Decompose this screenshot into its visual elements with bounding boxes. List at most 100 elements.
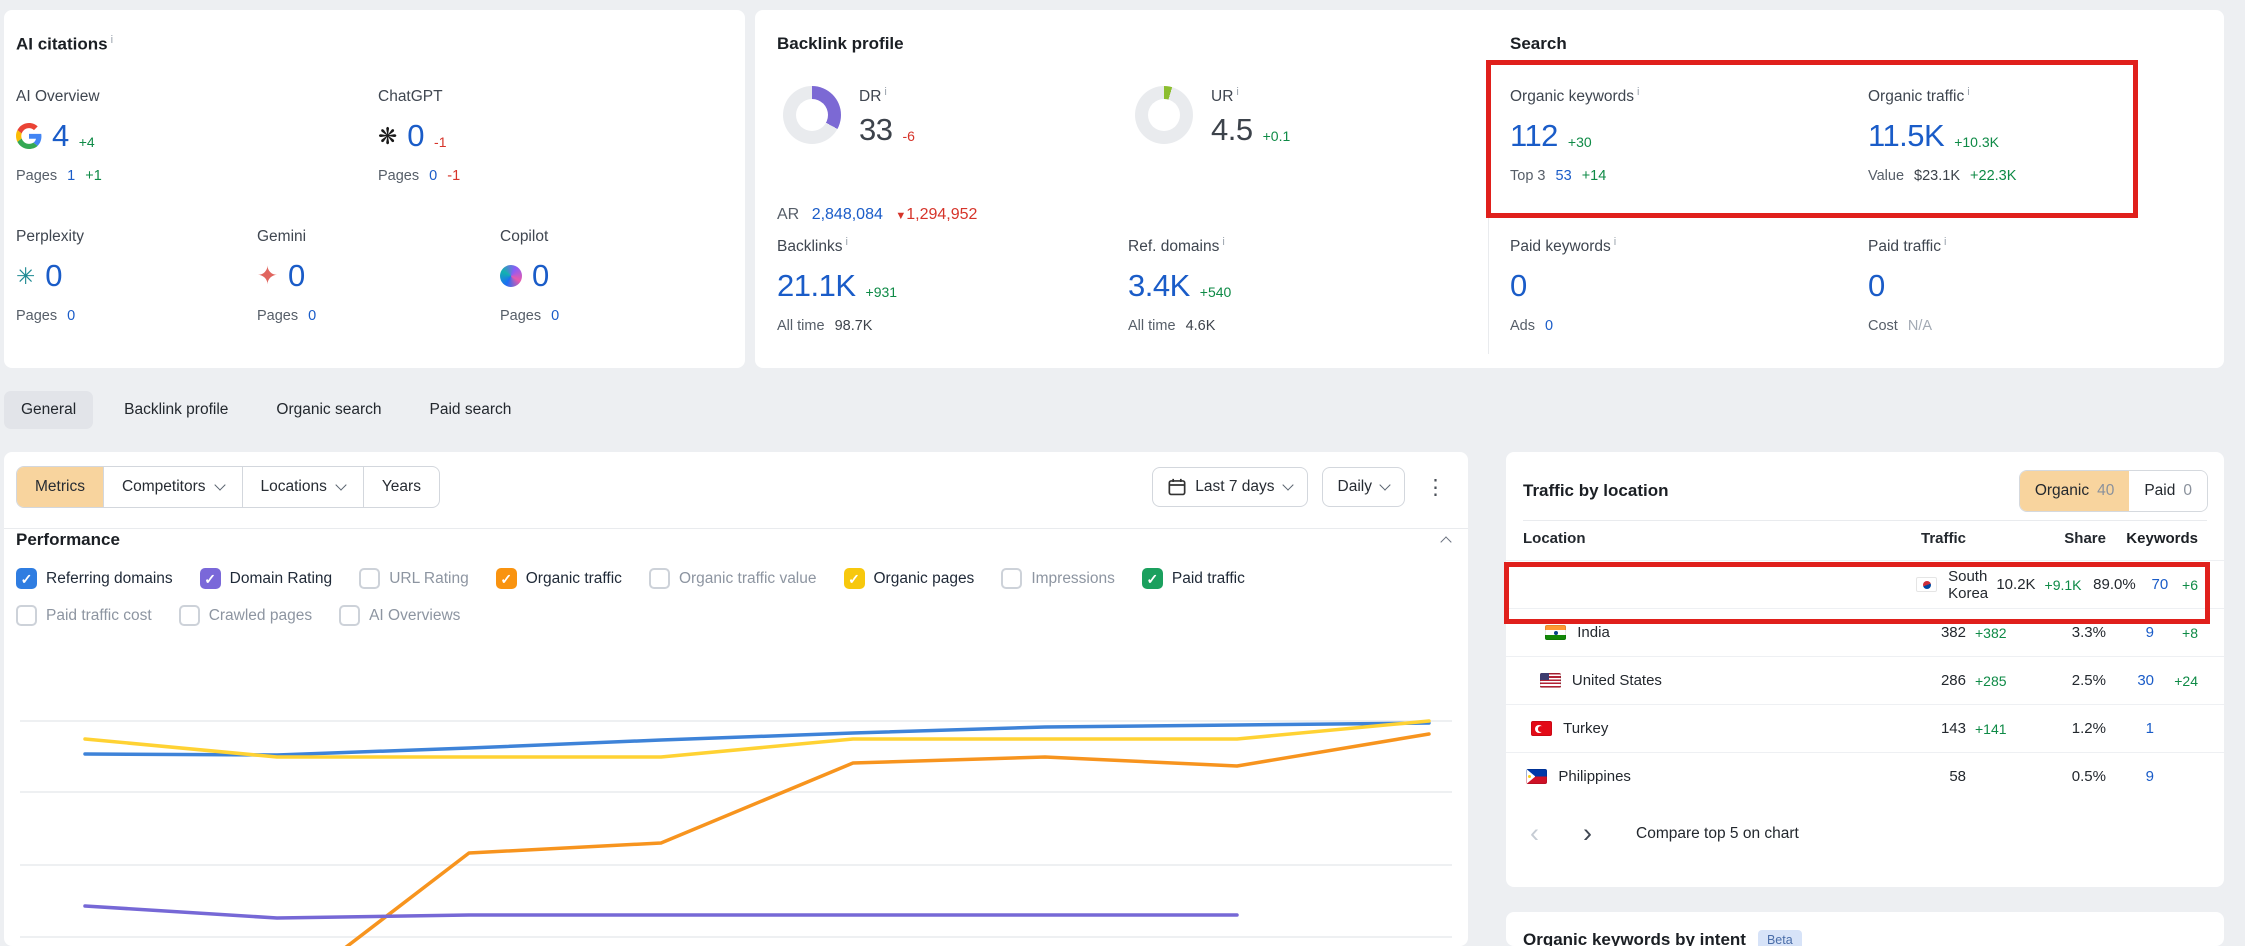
tab-paid-search[interactable]: Paid search	[413, 391, 529, 429]
checkbox-icon: ✓	[844, 568, 865, 589]
filter-button-locations[interactable]: Locations	[242, 467, 363, 507]
top3-value[interactable]: 53	[1556, 168, 1572, 184]
keywords-count[interactable]: 1	[2106, 720, 2154, 737]
checkbox-icon	[16, 605, 37, 626]
metric-checkbox-referring-domains[interactable]: ✓ Referring domains	[16, 568, 173, 589]
location-row-india[interactable]: India 382 +382 3.3% 9 +8	[1506, 608, 2224, 656]
calendar-icon	[1168, 478, 1186, 496]
metric-checkbox-url-rating[interactable]: URL Rating	[359, 568, 469, 589]
ai-citation-block-gemini: Gemini ✦ 0 Pages 0	[257, 228, 492, 324]
more-options-button[interactable]: ⋮	[1419, 471, 1452, 504]
location-pagination: ‹ › Compare top 5 on chart	[1530, 820, 2207, 847]
ai-pages-value[interactable]: 1	[67, 168, 75, 184]
ai-source-label: Copilot	[500, 228, 735, 246]
performance-card: MetricsCompetitorsLocationsYears Last 7 …	[4, 452, 1468, 946]
traffic-by-location-card: Traffic by location Organic 40 Paid 0 Lo…	[1506, 452, 2224, 887]
tab-organic-search[interactable]: Organic search	[259, 391, 398, 429]
metric-checkbox-organic-traffic[interactable]: ✓ Organic traffic	[496, 568, 622, 589]
metric-checkbox-ai-overviews[interactable]: AI Overviews	[339, 605, 460, 626]
share-value: 3.3%	[2026, 624, 2106, 641]
performance-line-chart	[4, 680, 1468, 946]
ai-citations-value[interactable]: 0	[45, 258, 62, 294]
info-icon: i	[1222, 236, 1224, 248]
ai-citations-value[interactable]: 0	[288, 258, 305, 294]
next-page-button[interactable]: ›	[1583, 820, 1592, 847]
cost-row: Cost N/A	[1868, 318, 1946, 334]
ai-pages-value[interactable]: 0	[429, 168, 437, 184]
organic-traffic-value[interactable]: 11.5K	[1868, 118, 1944, 154]
toggle-paid[interactable]: Paid 0	[2129, 471, 2207, 511]
performance-title: Performance	[16, 530, 120, 550]
metric-checkbox-organic-traffic-value[interactable]: Organic traffic value	[649, 568, 817, 589]
toolbar-divider	[4, 528, 1468, 529]
organic-traffic-delta: +10.3K	[1954, 134, 1999, 150]
flag-us-icon	[1540, 673, 1561, 688]
paid-keywords-label: Paid keywordsi	[1510, 236, 1616, 256]
keywords-count[interactable]: 9	[2106, 624, 2154, 641]
ai-pages-delta: +1	[85, 168, 102, 184]
perplexity-icon: ✳	[16, 264, 35, 288]
google-icon	[16, 123, 42, 149]
prev-page-button[interactable]: ‹	[1530, 820, 1539, 847]
ai-pages-row: Pages 0	[500, 308, 735, 324]
paid-traffic-value[interactable]: 0	[1868, 268, 1885, 304]
ai-pages-value[interactable]: 0	[308, 308, 316, 324]
dr-delta: -6	[902, 128, 914, 144]
ai-citations-delta: -1	[434, 134, 446, 150]
compare-top5-link[interactable]: Compare top 5 on chart	[1636, 825, 1799, 843]
traffic-value: 286	[1896, 672, 1966, 689]
ai-pages-value[interactable]: 0	[551, 308, 559, 324]
metric-checkbox-impressions[interactable]: Impressions	[1001, 568, 1115, 589]
filter-button-years[interactable]: Years	[363, 467, 439, 507]
keywords-count[interactable]: 70	[2136, 576, 2169, 593]
backlinks-value[interactable]: 21.1K	[777, 268, 856, 304]
metric-checkbox-paid-traffic-cost[interactable]: Paid traffic cost	[16, 605, 152, 626]
metric-checkbox-domain-rating[interactable]: ✓ Domain Rating	[200, 568, 333, 589]
filter-button-metrics[interactable]: Metrics	[17, 467, 103, 507]
toggle-organic[interactable]: Organic 40	[2020, 471, 2130, 511]
organic-keywords-value[interactable]: 112	[1510, 118, 1558, 154]
chevron-down-icon	[1282, 479, 1293, 490]
paid-keywords-value[interactable]: 0	[1510, 268, 1527, 304]
traffic-value: 382	[1896, 624, 1966, 641]
metric-checkbox-paid-traffic[interactable]: ✓ Paid traffic	[1142, 568, 1245, 589]
ai-pages-value[interactable]: 0	[67, 308, 75, 324]
date-range-button[interactable]: Last 7 days	[1152, 467, 1307, 507]
ai-citations-value[interactable]: 0	[407, 118, 424, 154]
collapse-section-button[interactable]	[1440, 536, 1451, 547]
ai-source-label: Perplexity	[16, 228, 251, 246]
keywords-delta: +8	[2154, 625, 2198, 641]
ai-citations-value[interactable]: 4	[52, 118, 69, 154]
granularity-button[interactable]: Daily	[1322, 467, 1405, 507]
tab-backlink-profile[interactable]: Backlink profile	[107, 391, 245, 429]
checkbox-icon	[1001, 568, 1022, 589]
location-row-south-korea[interactable]: South Korea 10.2K +9.1K 89.0% 70 +6	[1506, 560, 2224, 608]
tab-general[interactable]: General	[4, 391, 93, 429]
ref-domains-value[interactable]: 3.4K	[1128, 268, 1190, 304]
metric-checkbox-row-1: ✓ Referring domains ✓ Domain Rating URL …	[16, 568, 1456, 589]
keywords-delta: +6	[2168, 577, 2198, 593]
filter-button-competitors[interactable]: Competitors	[103, 467, 242, 507]
copilot-icon	[500, 265, 522, 287]
metric-checkbox-crawled-pages[interactable]: Crawled pages	[179, 605, 312, 626]
search-title: Search	[1510, 34, 1567, 54]
ai-pages-delta: -1	[447, 168, 460, 184]
keywords-count[interactable]: 30	[2106, 672, 2154, 689]
info-icon: i	[1614, 236, 1616, 248]
traffic-value: 143	[1896, 720, 1966, 737]
metric-checkbox-organic-pages[interactable]: ✓ Organic pages	[844, 568, 975, 589]
checkbox-icon	[179, 605, 200, 626]
location-table-header: Location Traffic Share Keywords	[1506, 516, 2224, 560]
ai-source-label: Gemini	[257, 228, 492, 246]
location-row-turkey[interactable]: Turkey 143 +141 1.2% 1	[1506, 704, 2224, 752]
ads-value[interactable]: 0	[1545, 318, 1553, 334]
ahrefs-rank-value[interactable]: 2,848,084	[812, 206, 883, 223]
ai-citations-value[interactable]: 0	[532, 258, 549, 294]
ahrefs-rank-delta: 1,294,952	[906, 206, 977, 223]
keywords-count[interactable]: 9	[2106, 768, 2154, 785]
location-row-united-states[interactable]: United States 286 +285 2.5% 30 +24	[1506, 656, 2224, 704]
location-row-philippines[interactable]: Philippines 58 0.5% 9	[1506, 752, 2224, 800]
ai-source-label: ChatGPT	[378, 88, 613, 106]
info-icon: i	[1944, 236, 1946, 248]
checkbox-icon: ✓	[16, 568, 37, 589]
